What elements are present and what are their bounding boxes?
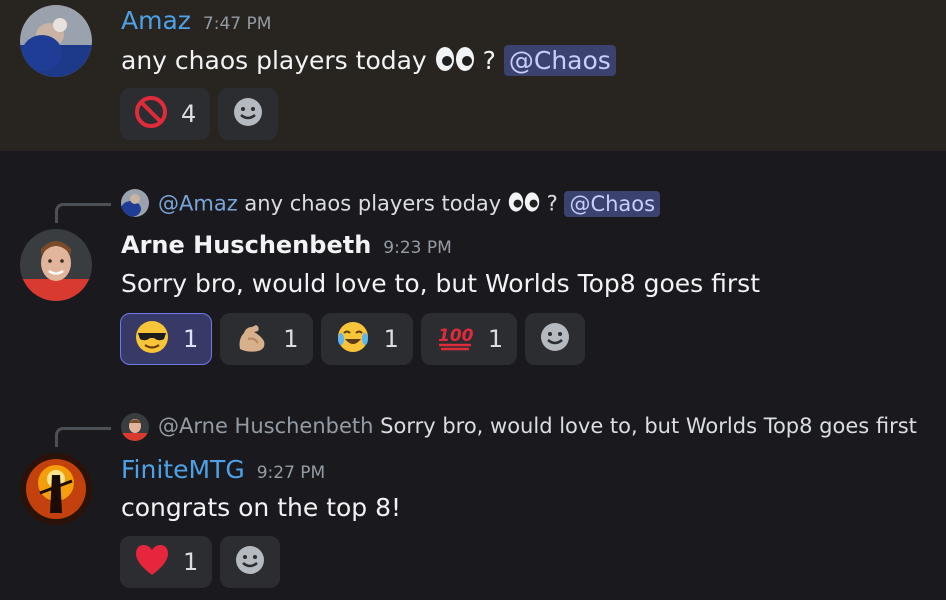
add-reaction-button[interactable] [218,88,279,140]
smiley-icon [539,321,571,357]
eyes-icon [508,190,540,219]
joy-icon [335,319,371,359]
reply-text: any chaos players today [244,191,502,216]
message-arne: @Amaz any chaos players today ? @Chaos A… [0,151,946,375]
reaction-count: 1 [487,325,504,353]
message-text: any chaos players today [121,46,427,75]
message-amaz: Amaz 7:47 PM any chaos players today ? @C… [0,0,946,151]
sunglasses-icon [134,319,170,359]
reply-avatar [121,413,149,441]
reaction-hundred[interactable]: 100 1 [420,313,518,365]
reaction-heart[interactable]: 1 [120,536,213,588]
reaction-count: 1 [283,325,299,353]
reaction-joy[interactable]: 1 [320,313,413,365]
reaction-count: 1 [383,325,399,353]
message-text: congrats on the top 8! [121,493,402,522]
reply-username[interactable]: @Amaz [158,192,238,216]
reaction-count: 1 [183,325,199,353]
reactions-bar: 4 [120,88,279,140]
reply-text-after: ? [546,191,558,216]
svg-text:100: 100 [438,326,474,346]
reaction-flexed-biceps[interactable]: 1 [220,313,313,365]
flexed-biceps-icon [234,319,270,359]
reply-preview[interactable]: @Amaz any chaos players today ? @Chaos [0,185,946,223]
message-text-after: ? [482,46,496,75]
username[interactable]: FiniteMTG [121,455,245,484]
reply-username[interactable]: @Arne Huschenbeth [158,414,373,438]
username[interactable]: Amaz [121,6,191,35]
reply-preview[interactable]: @Arne Huschenbeth Sorry bro, would love … [0,409,946,447]
avatar[interactable] [20,5,92,77]
message-content: any chaos players today ? @Chaos [121,44,616,80]
timestamp: 9:23 PM [383,238,452,258]
heart-icon [134,543,170,581]
smiley-icon [232,96,264,132]
reply-connector [55,427,111,447]
reaction-count: 4 [181,100,197,128]
message-text: Sorry bro, would love to, but Worlds Top… [121,269,761,298]
add-reaction-button[interactable] [525,313,586,365]
role-mention[interactable]: @Chaos [564,190,661,217]
message-finitemtg: @Arne Huschenbeth Sorry bro, would love … [0,375,946,600]
avatar[interactable] [20,229,92,301]
timestamp: 7:47 PM [202,14,272,34]
reaction-count: 1 [183,548,199,576]
reaction-sunglasses[interactable]: 1 [120,313,213,365]
smiley-icon [234,544,266,580]
reactions-bar: 1 [120,536,281,588]
reply-connector [55,203,111,223]
no-entry-icon [134,95,168,133]
avatar[interactable] [20,453,92,525]
timestamp: 9:27 PM [256,463,326,483]
hundred-icon: 100 [435,321,475,357]
role-mention[interactable]: @Chaos [503,45,616,76]
eyes-icon [435,44,475,80]
reactions-bar: 1 1 1 100 1 [120,313,586,365]
username[interactable]: Arne Huschenbeth [121,231,371,259]
add-reaction-button[interactable] [220,536,281,588]
reply-avatar [121,189,149,217]
reaction-no-entry[interactable]: 4 [120,88,211,140]
reply-text: Sorry bro, would love to, but Worlds Top… [380,414,917,438]
